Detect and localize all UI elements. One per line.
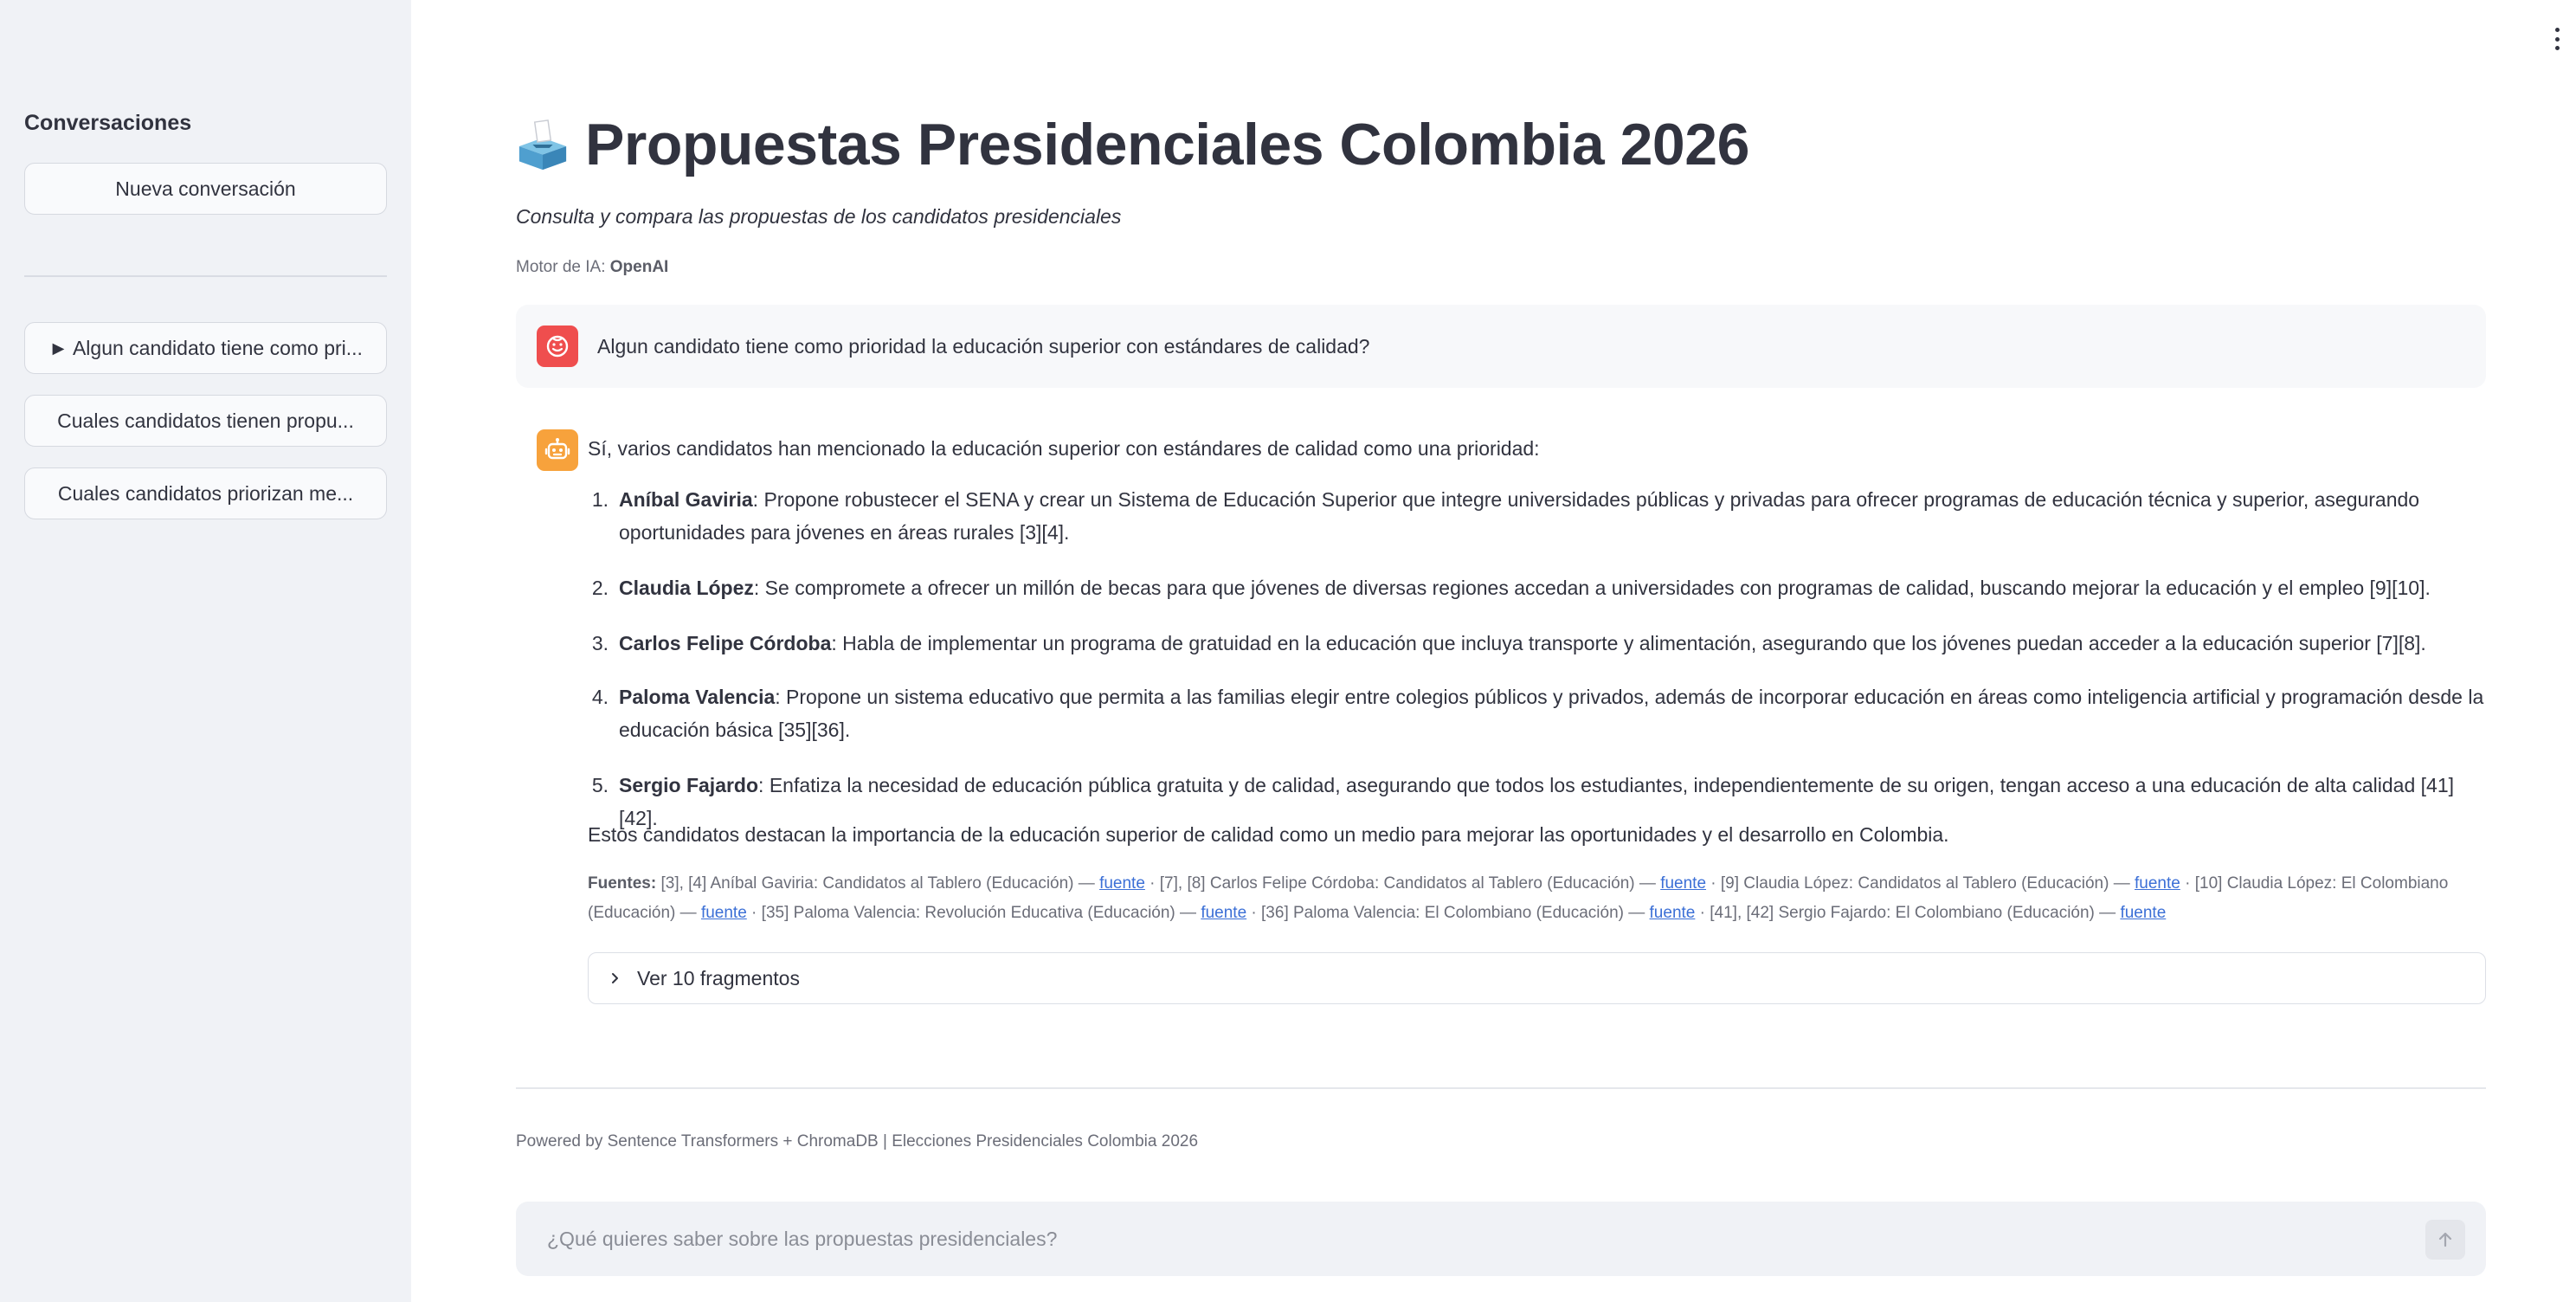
- proposal-text: : Propone robustecer el SENA y crear un …: [619, 488, 2420, 544]
- history-item[interactable]: Cuales candidatos tienen propu...: [24, 395, 387, 447]
- source-text: [9] Claudia López: Candidatos al Tablero…: [1720, 874, 2135, 893]
- candidate-name: Sergio Fajardo: [619, 774, 759, 796]
- smile-icon: [546, 335, 569, 358]
- proposal-text: : Se compromete a ofrecer un millón de b…: [753, 577, 2431, 599]
- sidebar: Conversaciones Nueva conversación ► Algu…: [0, 0, 411, 1302]
- user-message: Algun candidato tiene como prioridad la …: [516, 305, 2486, 388]
- send-button[interactable]: [2425, 1220, 2465, 1260]
- source-link[interactable]: fuente: [1099, 874, 1145, 893]
- fragments-expander[interactable]: Ver 10 fragmentos: [588, 952, 2486, 1004]
- source-link[interactable]: fuente: [1650, 904, 1696, 922]
- source-link[interactable]: fuente: [2120, 904, 2166, 922]
- proposal-text: : Propone un sistema educativo que permi…: [619, 686, 2484, 741]
- source-separator: ·: [2180, 874, 2195, 893]
- candidate-name: Carlos Felipe Córdoba: [619, 632, 832, 654]
- history-item[interactable]: ► Algun candidato tiene como pri...: [24, 322, 387, 374]
- user-message-text: Algun candidato tiene como prioridad la …: [597, 334, 1370, 358]
- source-link[interactable]: fuente: [2135, 874, 2180, 893]
- history-item-label: Cuales candidatos priorizan me...: [57, 481, 354, 505]
- engine-label: Motor de IA:: [516, 258, 606, 276]
- footer-divider: [516, 1087, 2486, 1089]
- new-conversation-button[interactable]: Nueva conversación: [24, 163, 387, 215]
- history-item-label: Cuales candidatos tienen propu...: [57, 409, 354, 432]
- footer-text: Powered by Sentence Transformers + Chrom…: [516, 1132, 1199, 1151]
- source-text: [35] Paloma Valencia: Revolución Educati…: [761, 904, 1201, 922]
- list-item-number: 3.: [591, 632, 609, 654]
- chevron-right-icon: [612, 973, 618, 983]
- proposal-text: : Habla de implementar un programa de gr…: [831, 632, 2426, 654]
- source-separator: ·: [746, 904, 762, 922]
- arrow-up-icon: [2438, 1232, 2452, 1247]
- sources-label: Fuentes:: [588, 874, 657, 893]
- expander-label: Ver 10 fragmentos: [637, 966, 800, 989]
- source-link[interactable]: fuente: [1660, 874, 1706, 893]
- list-item: 1. Aníbal Gaviria: Propone robustecer el…: [588, 483, 2486, 549]
- robot-icon: [544, 438, 570, 460]
- engine-value: OpenAI: [609, 258, 669, 276]
- list-item-number: 1.: [591, 488, 609, 511]
- ai-engine-label: Motor de IA: OpenAI: [516, 258, 668, 277]
- sidebar-title: Conversaciones: [24, 111, 192, 135]
- assistant-avatar: [537, 429, 578, 471]
- candidate-name: Paloma Valencia: [619, 686, 776, 708]
- assistant-closing: Estos candidatos destacan la importancia…: [588, 823, 1949, 846]
- source-text: [36] Paloma Valencia: El Colombiano (Edu…: [1261, 904, 1650, 922]
- history-item[interactable]: Cuales candidatos priorizan me...: [24, 467, 387, 519]
- list-item: 2. Claudia López: Se compromete a ofrece…: [588, 571, 2486, 604]
- source-separator: ·: [1706, 874, 1721, 893]
- sources: Fuentes: [3], [4] Aníbal Gaviria: Candid…: [588, 869, 2486, 928]
- source-link[interactable]: fuente: [1201, 904, 1246, 922]
- source-separator: ·: [1695, 904, 1710, 922]
- source-separator: ·: [1144, 874, 1160, 893]
- candidate-name: Claudia López: [619, 577, 754, 599]
- candidate-name: Aníbal Gaviria: [619, 488, 753, 511]
- source-text: [3], [4] Aníbal Gaviria: Candidatos al T…: [660, 874, 1100, 893]
- chat-input-bar: [516, 1202, 2486, 1276]
- page-title: Propuestas Presidenciales Colombia 2026: [585, 112, 1749, 177]
- history-item-label: ► Algun candidato tiene como pri...: [48, 336, 363, 359]
- list-item: 4. Paloma Valencia: Propone un sistema e…: [588, 680, 2486, 746]
- source-text: [41], [42] Sergio Fajardo: El Colombiano…: [1710, 904, 2121, 922]
- more-options-icon[interactable]: [2552, 28, 2562, 50]
- list-item-number: 2.: [591, 577, 609, 599]
- ballot-box-icon: [518, 119, 567, 171]
- user-avatar: [537, 326, 578, 367]
- source-text: [7], [8] Carlos Felipe Córdoba: Candidat…: [1159, 874, 1661, 893]
- page-subtitle: Consulta y compara las propuestas de los…: [516, 205, 1122, 228]
- page-header: Propuestas Presidenciales Colombia 2026: [516, 111, 1749, 178]
- assistant-intro: Sí, varios candidatos han mencionado la …: [588, 437, 1540, 460]
- source-link[interactable]: fuente: [701, 904, 747, 922]
- list-item-number: 4.: [591, 686, 609, 708]
- list-item: 3. Carlos Felipe Córdoba: Habla de imple…: [588, 627, 2486, 660]
- chat-input[interactable]: [547, 1227, 2365, 1251]
- new-conversation-label: Nueva conversación: [115, 177, 296, 200]
- sidebar-divider: [24, 275, 387, 277]
- source-separator: ·: [1246, 904, 1262, 922]
